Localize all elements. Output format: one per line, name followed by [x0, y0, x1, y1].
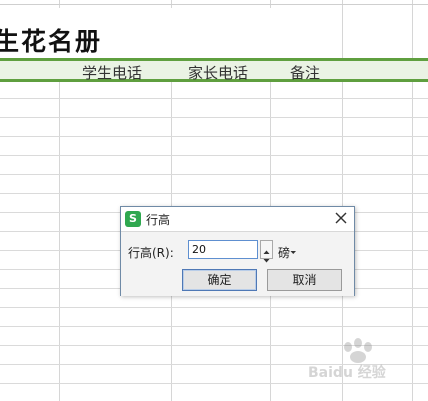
dialog-titlebar[interactable]: S 行高 — [121, 207, 354, 231]
ok-button[interactable]: 确定 — [182, 269, 257, 291]
row-gridline — [0, 155, 428, 156]
row-gridline — [0, 98, 428, 99]
row-gridline — [0, 193, 428, 194]
header-student-phone[interactable]: 学生电话 — [82, 62, 142, 82]
paw-icon — [344, 338, 372, 363]
title-cell[interactable]: 生花名册 — [0, 8, 428, 58]
header-notes[interactable]: 备注 — [290, 62, 320, 82]
spin-down-button[interactable] — [261, 250, 272, 263]
baidu-watermark: Baidu 经验 — [308, 338, 426, 398]
caret-down-icon — [263, 259, 270, 263]
dropdown-arrow-icon — [290, 251, 297, 254]
row-height-input[interactable] — [188, 240, 258, 259]
dialog-body: 行高(R): 磅 确定 取消 — [121, 231, 354, 296]
unit-dropdown[interactable]: 磅 — [278, 244, 297, 261]
header-parent-phone[interactable]: 家长电话 — [188, 62, 248, 82]
row-gridline — [0, 136, 428, 137]
sheet-title: 生花名册 — [0, 27, 103, 56]
cancel-button[interactable]: 取消 — [267, 269, 342, 291]
wps-logo-icon: S — [125, 211, 141, 227]
column-gridline — [342, 8, 343, 58]
unit-value: 磅 — [278, 246, 291, 260]
row-gridline — [0, 307, 428, 308]
row-height-dialog: S 行高 行高(R): 磅 确定 取消 — [120, 206, 355, 296]
spin-up-button[interactable] — [261, 241, 272, 254]
row-gridline — [0, 174, 428, 175]
watermark-text: Baidu 经验 — [308, 365, 386, 381]
column-gridline — [412, 8, 413, 58]
row-gridline — [0, 117, 428, 118]
dialog-title: 行高 — [146, 213, 171, 227]
close-icon[interactable] — [333, 210, 349, 226]
close-icon-glyph — [335, 212, 347, 224]
row-gridline — [0, 4, 428, 5]
row-height-spinner[interactable] — [260, 240, 273, 263]
row-gridline — [0, 326, 428, 327]
row-height-label: 行高(R): — [128, 246, 174, 260]
